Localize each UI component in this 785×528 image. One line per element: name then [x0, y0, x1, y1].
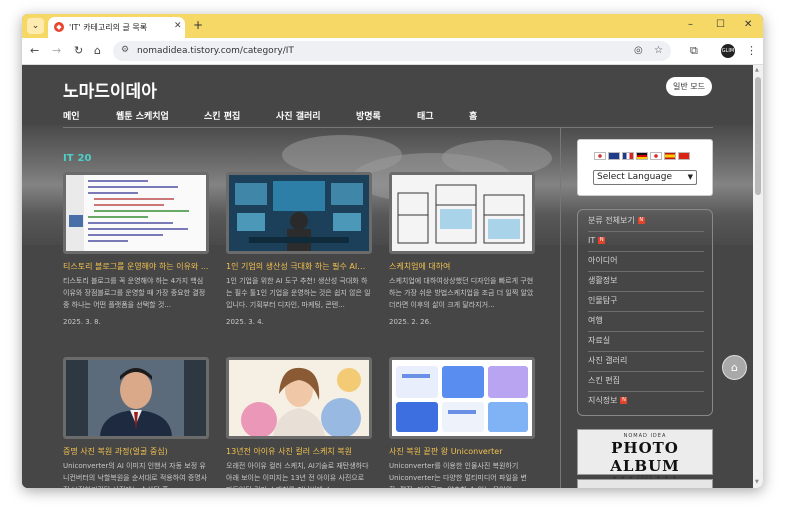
site-info-icon[interactable]: ⚙: [121, 45, 129, 55]
nav-main[interactable]: 메인: [63, 109, 80, 122]
post-title[interactable]: 증명 사진 복원 과정(얼굴 중심): [63, 446, 209, 457]
banner-title: PHOTO ALBUM: [610, 439, 680, 475]
menu-icon[interactable]: ⋮: [746, 44, 757, 57]
mode-toggle-button[interactable]: 일반 모드: [666, 77, 712, 96]
home-icon[interactable]: ⌂: [94, 44, 101, 57]
eye-off-icon[interactable]: ◎: [634, 45, 643, 56]
post-thumbnail[interactable]: [389, 357, 535, 439]
scroll-down-icon[interactable]: ▼: [755, 479, 759, 485]
nav-photo-gallery[interactable]: 사진 갤러리: [276, 109, 321, 122]
back-icon[interactable]: ←: [30, 44, 39, 57]
post-title[interactable]: 사진 복원 끝판 왕 Uniconverter: [389, 446, 535, 457]
browser-toolbar: ← → ↻ ⌂ ⚙ nomadidea.tistory.com/category…: [22, 38, 763, 65]
language-select-value: Select Language: [597, 172, 673, 182]
category-item-skin-edit[interactable]: 스킨 편집: [588, 372, 704, 392]
category-count: 20: [77, 153, 92, 164]
close-tab-icon[interactable]: ✕: [174, 21, 182, 31]
nav-divider: [63, 127, 713, 128]
tab-search-button[interactable]: ⌄: [27, 18, 44, 34]
category-item-archive[interactable]: 자료실: [588, 332, 704, 352]
post-thumbnail[interactable]: [63, 172, 209, 254]
flag-germany-icon[interactable]: [636, 152, 648, 160]
flag-korea-icon[interactable]: [594, 152, 606, 160]
language-widget: Select Language ▼: [577, 139, 713, 196]
nav-skin-edit[interactable]: 스킨 편집: [204, 109, 240, 122]
star-icon[interactable]: ☆: [654, 45, 663, 56]
language-select[interactable]: Select Language ▼: [593, 170, 697, 185]
post-title[interactable]: 1인 기업의 생산성 극대화 하는 필수 AI도...: [226, 261, 372, 272]
sidebar-divider: [560, 127, 561, 488]
category-label: IT: [63, 153, 74, 164]
post-excerpt: 오래전 아이유 컬러 스케치, AI기술로 재탄생하다 아래 보이는 이미지는 …: [226, 462, 369, 488]
browser-window: ⌄ ◆ 'IT' 카테고리의 글 목록 ✕ + – ☐ ✕ ← → ↻ ⌂ ⚙ …: [22, 14, 763, 488]
category-list: 분류 전체보기 N IT N 아이디어 생활정보 인물탐구 여행 자료실 사진 갤러…: [577, 209, 713, 416]
post-excerpt: Uniconverter의 AI 이미지 인핸서 자동 보정 유니컨버터의 낙할…: [63, 462, 208, 488]
scrollbar-thumb[interactable]: [755, 77, 761, 195]
category-item-it[interactable]: IT N: [588, 232, 704, 252]
scroll-top-home-button[interactable]: ⌂: [722, 355, 747, 380]
favicon-icon: ◆: [54, 22, 64, 32]
tab-strip: ⌄ ◆ 'IT' 카테고리의 글 목록 ✕ + – ☐ ✕: [22, 14, 763, 38]
language-flags: [594, 152, 692, 171]
category-item-gallery[interactable]: 사진 갤러리: [588, 352, 704, 372]
flag-uk-icon[interactable]: [608, 152, 620, 160]
extensions-icon[interactable]: ⧉: [690, 44, 698, 58]
reload-icon[interactable]: ↻: [74, 44, 83, 57]
post-thumbnail[interactable]: [226, 357, 372, 439]
close-window-button[interactable]: ✕: [744, 19, 752, 30]
post-date: 2025. 3. 8.: [63, 318, 101, 326]
post-title[interactable]: 13년전 아이유 사진 컬러 스케치 복원: [226, 446, 372, 457]
post-title[interactable]: 스케치업에 대하여: [389, 261, 535, 272]
minimize-button[interactable]: –: [688, 19, 693, 30]
new-badge-icon: N: [620, 397, 628, 404]
post-excerpt: 티스토리 블로그를 꼭 운영해야 하는 4가지 핵심 이유와 장점블로그를 운영…: [63, 277, 206, 309]
flag-france-icon[interactable]: [622, 152, 634, 160]
new-tab-button[interactable]: +: [193, 18, 203, 32]
post-thumbnail[interactable]: [63, 357, 209, 439]
maximize-button[interactable]: ☐: [716, 19, 725, 30]
home-icon: ⌂: [731, 361, 738, 374]
category-item-life-info[interactable]: 생활정보: [588, 272, 704, 292]
post-excerpt: 스케치업에 대하여상상했던 디자인을 빠르게 구현하는 가장 쉬운 방법스케치업…: [389, 277, 534, 309]
post-date: 2025. 2. 26.: [389, 318, 432, 326]
active-tab[interactable]: ◆ 'IT' 카테고리의 글 목록 ✕: [48, 17, 185, 38]
page-scrollbar[interactable]: ▲ ▼: [753, 65, 763, 488]
flag-japan-icon[interactable]: [650, 152, 662, 160]
category-item-knowledge[interactable]: 지식정보 N: [588, 392, 704, 412]
category-item-idea[interactable]: 아이디어: [588, 252, 704, 272]
post-excerpt: Uniconverter를 이용한 인물사진 복원하기 Uniconverter…: [389, 462, 527, 488]
scroll-up-icon[interactable]: ▲: [755, 67, 759, 73]
post-title[interactable]: 티스토리 블로그를 운영해야 하는 이유와 ...: [63, 261, 209, 272]
flag-china-icon[interactable]: [678, 152, 690, 160]
web-page: 노마드이데아 일반 모드 메인 웹툰 스케치업 스킨 편집 사진 갤러리 방명록…: [22, 65, 753, 488]
new-badge-icon: N: [598, 237, 606, 244]
category-item-people[interactable]: 인물탐구: [588, 292, 704, 312]
site-logo[interactable]: 노마드이데아: [63, 77, 157, 102]
post-date: 2025. 3. 4.: [226, 318, 264, 326]
url-text: nomadidea.tistory.com/category/IT: [137, 46, 294, 56]
nav-home[interactable]: 홈: [469, 109, 477, 122]
tab-title: 'IT' 카테고리의 글 목록: [69, 23, 148, 32]
post-thumbnail[interactable]: [389, 172, 535, 254]
nav-webtoon-sketchup[interactable]: 웹툰 스케치업: [116, 109, 169, 122]
profile-avatar[interactable]: GLIM: [721, 44, 735, 58]
photo-album-banner[interactable]: NOMAD IDEA PHOTO ALBUM ★ ★ ★ 2025 ★ ★ ★: [577, 429, 713, 481]
post-excerpt: 1인 기업을 위한 AI 도구 추천! 생산성 극대화 하는 필수 툴1인 기업…: [226, 277, 371, 309]
post-thumbnail[interactable]: [226, 172, 372, 254]
chevron-down-icon: ▼: [687, 173, 693, 181]
address-bar[interactable]: ⚙ nomadidea.tistory.com/category/IT ◎ ☆: [113, 41, 671, 61]
forward-icon[interactable]: →: [52, 44, 61, 57]
category-item-travel[interactable]: 여행: [588, 312, 704, 332]
flag-spain-icon[interactable]: [664, 152, 676, 160]
secondary-banner[interactable]: [577, 479, 713, 488]
nav-guestbook[interactable]: 방명록: [356, 109, 381, 122]
new-badge-icon: N: [637, 217, 645, 224]
chevron-down-icon: ⌄: [31, 21, 40, 31]
category-item-all[interactable]: 분류 전체보기 N: [588, 212, 704, 232]
nav-tags[interactable]: 태그: [417, 109, 434, 122]
category-heading: IT 20: [63, 153, 91, 164]
